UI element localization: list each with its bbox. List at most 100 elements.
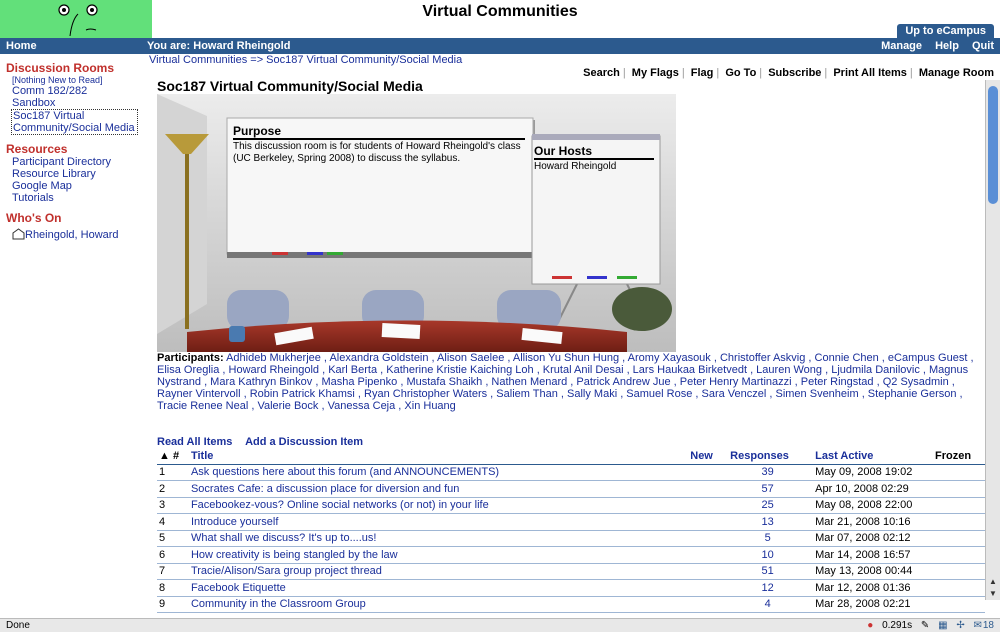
table-row: 2 Socrates Cafe: a discussion place for d… — [157, 480, 985, 498]
item-title-link[interactable]: How creativity is being stangled by the … — [190, 546, 691, 564]
nav-right-menu: Manage Help Quit — [871, 38, 994, 54]
item-title-link[interactable]: Socrates Cafe: a discussion place for di… — [190, 480, 691, 498]
status-indicators: ● 0.291s ✎ ▦ ✢ ✉18 — [861, 619, 994, 632]
item-frozen — [935, 596, 985, 613]
my-flags-link[interactable]: My Flags — [632, 67, 679, 79]
go-to-link[interactable]: Go To — [725, 67, 756, 79]
item-new-count — [690, 596, 731, 613]
item-number: 9 — [157, 596, 191, 613]
app-title: Virtual Communities — [422, 3, 578, 20]
breadcrumb[interactable]: Virtual Communities => Soc187 Virtual Co… — [149, 54, 462, 66]
current-user-label: You are: Howard Rheingold — [147, 40, 291, 52]
item-last-active: May 08, 2008 22:00 — [805, 497, 936, 514]
item-responses-link[interactable]: 13 — [730, 513, 806, 531]
table-row: 3 Facebookez-vous? Online social networks… — [157, 497, 985, 514]
item-title-link[interactable]: Community in the Classroom Group — [190, 596, 691, 613]
room-title: Soc187 Virtual Community/Social Media — [157, 78, 423, 94]
item-number: 7 — [157, 563, 191, 580]
new-header[interactable]: New — [690, 449, 731, 465]
hosts-heading: Our Hosts — [534, 144, 654, 160]
scroll-up-arrow-icon[interactable]: ▲ — [989, 577, 997, 586]
sidebar-item-tutorials[interactable]: Tutorials — [12, 192, 145, 204]
user-icon — [12, 228, 25, 240]
item-title-link[interactable]: Facebook Etiquette — [190, 579, 691, 597]
resources-heading: Resources — [6, 142, 68, 156]
item-responses-link[interactable]: 25 — [730, 497, 806, 514]
participants-names[interactable]: Adhideb Mukherjee , Alexandra Goldstein … — [157, 352, 974, 412]
help-link[interactable]: Help — [935, 40, 959, 52]
item-new-count — [690, 497, 731, 514]
sort-asc-icon: ▲ — [159, 450, 170, 463]
item-responses-link[interactable]: 5 — [730, 530, 806, 547]
item-new-count — [690, 546, 731, 564]
read-all-items-link[interactable]: Read All Items — [157, 436, 232, 448]
item-frozen — [935, 546, 985, 564]
mail-icon[interactable]: ✉ — [973, 620, 981, 631]
sidebar-item-sandbox[interactable]: Sandbox — [12, 97, 145, 109]
title-header[interactable]: Title — [190, 449, 691, 465]
sidebar-item-google-map[interactable]: Google Map — [12, 180, 145, 192]
home-link[interactable]: Home — [6, 38, 37, 54]
item-frozen — [935, 497, 985, 514]
item-responses-link[interactable]: 39 — [730, 464, 806, 481]
table-row: 7 Tracie/Alison/Sara group project thread… — [157, 563, 985, 580]
status-text: Done — [6, 620, 30, 631]
item-responses-link[interactable]: 4 — [730, 596, 806, 613]
quit-link[interactable]: Quit — [972, 40, 994, 52]
item-last-active: Mar 21, 2008 10:16 — [805, 513, 936, 531]
sidebar-item-comm-182[interactable]: Comm 182/282 — [12, 85, 145, 97]
whos-on-user[interactable]: Rheingold, Howard — [12, 228, 145, 241]
scroll-thumb[interactable] — [988, 86, 998, 204]
item-new-count — [690, 579, 731, 597]
item-title-link[interactable]: Tracie/Alison/Sara group project thread — [190, 563, 691, 580]
participants-label: Participants: — [157, 352, 224, 364]
sidebar-item-participant-directory[interactable]: Participant Directory — [12, 156, 145, 168]
item-last-active: Mar 14, 2008 16:57 — [805, 546, 936, 564]
network-icon[interactable]: ✢ — [956, 620, 964, 631]
item-title-link[interactable]: Ask questions here about this forum (and… — [190, 464, 691, 481]
manage-link[interactable]: Manage — [881, 40, 922, 52]
host-name[interactable]: Howard Rheingold — [534, 161, 654, 173]
vertical-scrollbar[interactable]: ▲ ▼ — [985, 80, 1000, 600]
firebug-icon[interactable]: ● — [867, 620, 873, 631]
item-number: 8 — [157, 579, 191, 597]
flag-link[interactable]: Flag — [691, 67, 714, 79]
sort-number-header[interactable]: ▲ # — [157, 449, 191, 465]
whos-on-heading: Who's On — [6, 211, 62, 225]
item-responses-link[interactable]: 51 — [730, 563, 806, 580]
item-number: 6 — [157, 546, 191, 564]
search-link[interactable]: Search — [583, 67, 620, 79]
yslow-icon[interactable]: ✎ — [921, 620, 929, 631]
sidebar-item-soc187[interactable]: Soc187 Virtual Community/Social Media — [11, 109, 138, 135]
item-responses-link[interactable]: 10 — [730, 546, 806, 564]
item-actions: Read All Items Add a Discussion Item — [157, 436, 373, 448]
adblock-icon[interactable]: ▦ — [938, 620, 947, 631]
last-active-header[interactable]: Last Active — [805, 449, 936, 465]
purpose-text: This discussion room is for students of … — [233, 141, 521, 164]
scroll-down-arrow-icon[interactable]: ▼ — [989, 589, 997, 598]
item-title-link[interactable]: Introduce yourself — [190, 513, 691, 531]
table-row: 5 What shall we discuss? It's up to....us… — [157, 530, 985, 547]
manage-room-link[interactable]: Manage Room — [919, 67, 994, 79]
table-row: 6 How creativity is being stangled by the… — [157, 546, 985, 564]
print-all-items-link[interactable]: Print All Items — [833, 67, 907, 79]
table-header-row: ▲ # Title New Responses Last Active Froz… — [157, 449, 985, 465]
item-responses-link[interactable]: 57 — [730, 480, 806, 498]
navbar: Home You are: Howard Rheingold Manage He… — [0, 38, 1000, 54]
item-responses-link[interactable]: 12 — [730, 579, 806, 597]
item-new-count — [690, 563, 731, 580]
item-frozen — [935, 464, 985, 481]
item-title-link[interactable]: What shall we discuss? It's up to....us! — [190, 530, 691, 547]
nothing-new-note: [Nothing New to Read] — [12, 75, 103, 85]
subscribe-link[interactable]: Subscribe — [768, 67, 821, 79]
up-to-ecampus-button[interactable]: Up to eCampus — [897, 24, 994, 38]
item-frozen — [935, 579, 985, 597]
item-new-count — [690, 530, 731, 547]
add-discussion-item-link[interactable]: Add a Discussion Item — [245, 436, 363, 448]
item-last-active: May 09, 2008 19:02 — [805, 464, 936, 481]
item-last-active: Apr 10, 2008 02:29 — [805, 480, 936, 498]
sidebar-item-resource-library[interactable]: Resource Library — [12, 168, 145, 180]
mail-count: 18 — [982, 620, 994, 631]
responses-header[interactable]: Responses — [730, 449, 806, 465]
item-title-link[interactable]: Facebookez-vous? Online social networks … — [190, 497, 691, 514]
